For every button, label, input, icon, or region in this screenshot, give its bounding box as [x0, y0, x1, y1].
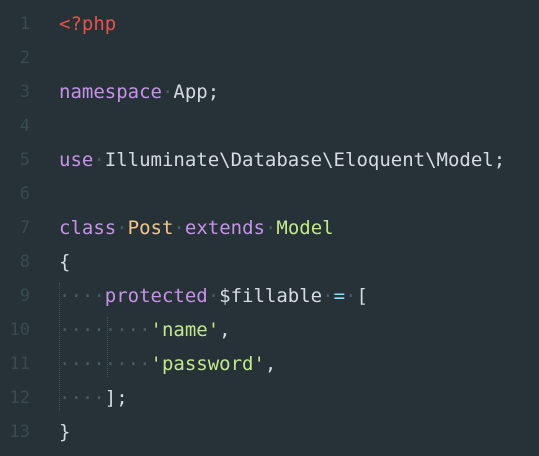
code-text: namespace·App; [59, 75, 219, 109]
code-line[interactable]: 8{ [0, 245, 539, 279]
line-number: 5 [19, 150, 30, 170]
code-token: namespace [59, 81, 162, 103]
code-token: use [59, 149, 94, 171]
whitespace-marker: · [264, 217, 277, 239]
code-token: Illuminate\Database\Eloquent\Model; [104, 149, 506, 171]
line-number: 7 [19, 218, 30, 238]
code-token: Post [127, 217, 174, 239]
code-token: extends [184, 217, 265, 239]
line-number: 4 [19, 116, 30, 136]
whitespace-marker: · [173, 217, 185, 239]
code-line[interactable]: 3 namespace·App; [0, 75, 539, 109]
code-token: 'name' [150, 319, 220, 341]
code-line[interactable]: 4 [0, 109, 539, 143]
code-text: ········'name', [59, 313, 231, 347]
code-token: $fillable [219, 285, 323, 307]
whitespace-marker: · [207, 285, 220, 307]
whitespace-marker: ········ [59, 353, 151, 375]
whitespace-marker: ········ [59, 319, 151, 341]
code-line[interactable]: 9 ····protected·$fillable·=·[ [0, 279, 539, 313]
code-token: [ [356, 285, 368, 307]
code-text: { [59, 245, 70, 279]
code-token: , [264, 353, 277, 375]
whitespace-marker: · [93, 149, 105, 171]
code-token: App; [173, 81, 220, 103]
code-token: <?php [59, 13, 117, 35]
whitespace-marker: · [116, 217, 128, 239]
whitespace-marker: · [322, 285, 334, 307]
whitespace-marker: · [345, 285, 357, 307]
code-token: = [333, 285, 346, 307]
code-text: ····]; [59, 381, 128, 415]
code-line[interactable]: 12 ····]; [0, 381, 539, 415]
line-number: 1 [19, 14, 30, 34]
line-number: 6 [19, 184, 30, 204]
line-number: 12 [9, 388, 30, 408]
line-number: 9 [19, 286, 30, 306]
indent-guide [107, 317, 108, 377]
code-text: use·Illuminate\Database\Eloquent\Model; [59, 143, 505, 177]
code-line[interactable]: 10 ········'name', [0, 313, 539, 347]
whitespace-marker: ···· [59, 285, 105, 307]
code-line[interactable]: 1 <?php [0, 7, 539, 41]
code-line[interactable]: 7 class·Post·extends·Model [0, 211, 539, 245]
code-token: , [219, 319, 231, 341]
code-text: <?php [59, 7, 116, 41]
code-token: 'password' [150, 353, 265, 375]
code-line[interactable]: 6 [0, 177, 539, 211]
whitespace-marker: ···· [59, 387, 105, 409]
code-line[interactable]: 5 use·Illuminate\Database\Eloquent\Model; [0, 143, 539, 177]
code-token: Model [276, 217, 334, 239]
code-token: protected [104, 285, 208, 307]
code-editor[interactable]: 1 <?php 2 3 namespace·App; 4 5 use·Illuminate\D… [0, 0, 539, 456]
code-token: { [59, 251, 71, 273]
line-number: 3 [19, 82, 30, 102]
code-line[interactable]: 2 [0, 41, 539, 75]
code-token: } [59, 421, 71, 443]
code-line[interactable]: 13} [0, 415, 539, 449]
code-text: class·Post·extends·Model [59, 211, 334, 245]
code-line[interactable]: 11 ········'password', [0, 347, 539, 381]
code-text: ········'password', [59, 347, 276, 381]
line-number: 10 [9, 320, 30, 340]
line-number: 2 [19, 48, 30, 68]
code-token: ]; [104, 387, 128, 409]
line-number: 8 [19, 252, 30, 272]
whitespace-marker: · [161, 81, 174, 103]
code-text: } [59, 415, 70, 449]
code-text: ····protected·$fillable·=·[ [59, 279, 368, 313]
line-number: 13 [9, 422, 30, 442]
indent-guide [59, 283, 60, 411]
line-number: 11 [9, 354, 30, 374]
code-token: class [59, 217, 117, 239]
